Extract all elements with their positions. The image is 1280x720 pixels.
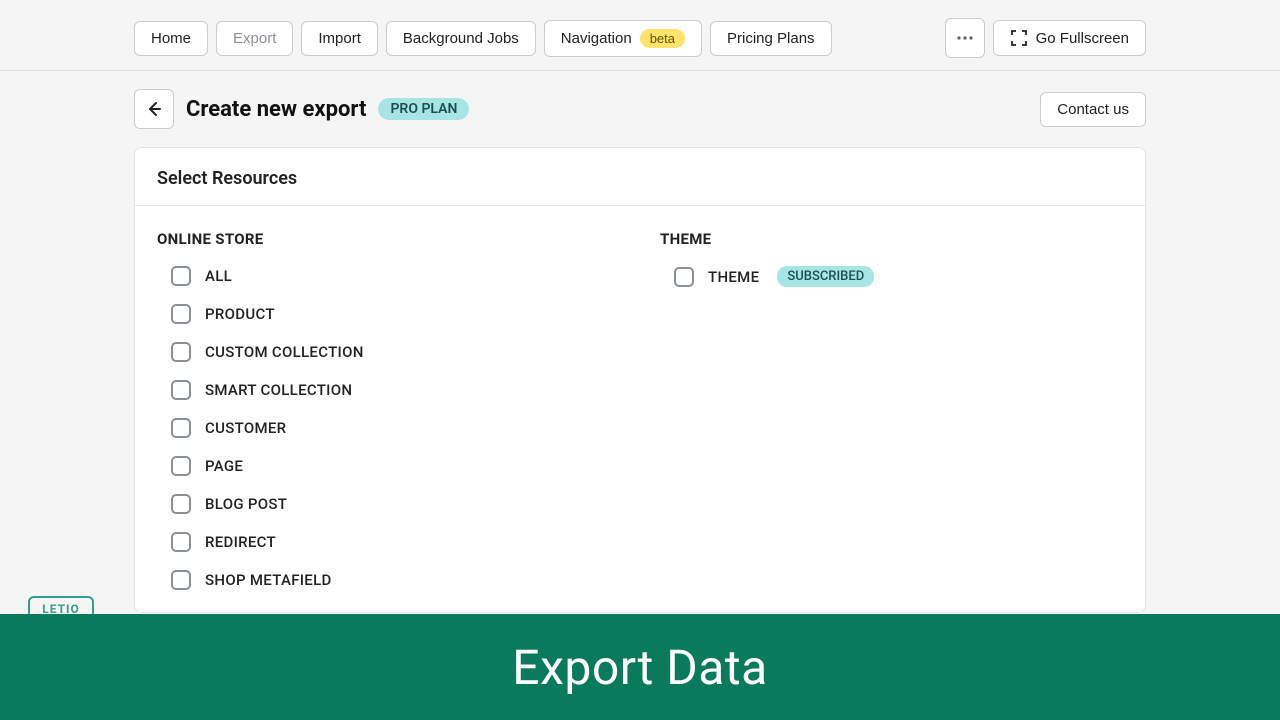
theme-list: THEME SUBSCRIBED — [660, 266, 1123, 287]
checkbox-label: ALL — [205, 267, 232, 285]
checkbox-product[interactable]: PRODUCT — [171, 304, 620, 324]
checkbox-icon — [171, 304, 191, 324]
checkbox-customer[interactable]: CUSTOMER — [171, 418, 620, 438]
go-fullscreen-label: Go Fullscreen — [1036, 30, 1129, 47]
theme-heading: THEME — [660, 230, 1123, 248]
fullscreen-icon — [1010, 29, 1028, 47]
arrow-left-icon — [144, 99, 164, 119]
checkbox-smart-collection[interactable]: SMART COLLECTION — [171, 380, 620, 400]
page-title: Create new export — [186, 97, 366, 122]
nav-home-button[interactable]: Home — [134, 21, 208, 56]
checkbox-label: THEME — [708, 268, 759, 286]
checkbox-icon — [171, 342, 191, 362]
checkbox-redirect[interactable]: REDIRECT — [171, 532, 620, 552]
top-nav: Home Export Import Background Jobs Navig… — [0, 0, 1280, 71]
theme-column: THEME THEME SUBSCRIBED — [660, 230, 1123, 590]
online-store-heading: ONLINE STORE — [157, 230, 620, 248]
nav-background-jobs-button[interactable]: Background Jobs — [386, 21, 536, 56]
checkbox-label: CUSTOMER — [205, 419, 286, 437]
online-store-column: ONLINE STORE ALL PRODUCT CUSTOM COLLECTI… — [157, 230, 620, 590]
beta-badge: beta — [640, 29, 685, 48]
checkbox-icon — [171, 456, 191, 476]
checkbox-theme[interactable]: THEME SUBSCRIBED — [674, 266, 1123, 287]
checkbox-icon — [171, 418, 191, 438]
more-horizontal-icon — [955, 28, 975, 48]
select-resources-card: Select Resources ONLINE STORE ALL PRODUC… — [134, 147, 1146, 613]
checkbox-shop-metafield[interactable]: SHOP METAFIELD — [171, 570, 620, 590]
checkbox-icon — [171, 532, 191, 552]
checkbox-icon — [171, 266, 191, 286]
checkbox-label: SHOP METAFIELD — [205, 571, 332, 589]
page-header: Create new export PRO PLAN Contact us — [0, 71, 1280, 141]
checkbox-label: SMART COLLECTION — [205, 381, 352, 399]
checkbox-custom-collection[interactable]: CUSTOM COLLECTION — [171, 342, 620, 362]
banner-title: Export Data — [512, 639, 767, 696]
checkbox-icon — [674, 267, 694, 287]
nav-navigation-button[interactable]: Navigation beta — [544, 20, 702, 57]
checkbox-page[interactable]: PAGE — [171, 456, 620, 476]
checkbox-label: PRODUCT — [205, 305, 275, 323]
back-button[interactable] — [134, 89, 174, 129]
plan-badge: PRO PLAN — [378, 98, 469, 120]
subscribed-badge: SUBSCRIBED — [777, 266, 874, 287]
bottom-banner: Export Data — [0, 614, 1280, 720]
checkbox-label: PAGE — [205, 457, 243, 475]
online-store-list: ALL PRODUCT CUSTOM COLLECTION SMART COLL… — [157, 266, 620, 590]
card-title: Select Resources — [135, 148, 1145, 206]
checkbox-blog-post[interactable]: BLOG POST — [171, 494, 620, 514]
nav-import-button[interactable]: Import — [301, 21, 378, 56]
go-fullscreen-button[interactable]: Go Fullscreen — [993, 20, 1146, 56]
more-menu-button[interactable] — [945, 18, 985, 58]
checkbox-all[interactable]: ALL — [171, 266, 620, 286]
checkbox-icon — [171, 570, 191, 590]
checkbox-label: BLOG POST — [205, 495, 287, 513]
nav-navigation-label: Navigation — [561, 30, 632, 47]
nav-export-button[interactable]: Export — [216, 21, 293, 56]
checkbox-icon — [171, 380, 191, 400]
nav-pricing-plans-button[interactable]: Pricing Plans — [710, 21, 832, 56]
checkbox-label: REDIRECT — [205, 533, 276, 551]
checkbox-icon — [171, 494, 191, 514]
contact-us-button[interactable]: Contact us — [1040, 92, 1146, 127]
checkbox-label: CUSTOM COLLECTION — [205, 343, 364, 361]
